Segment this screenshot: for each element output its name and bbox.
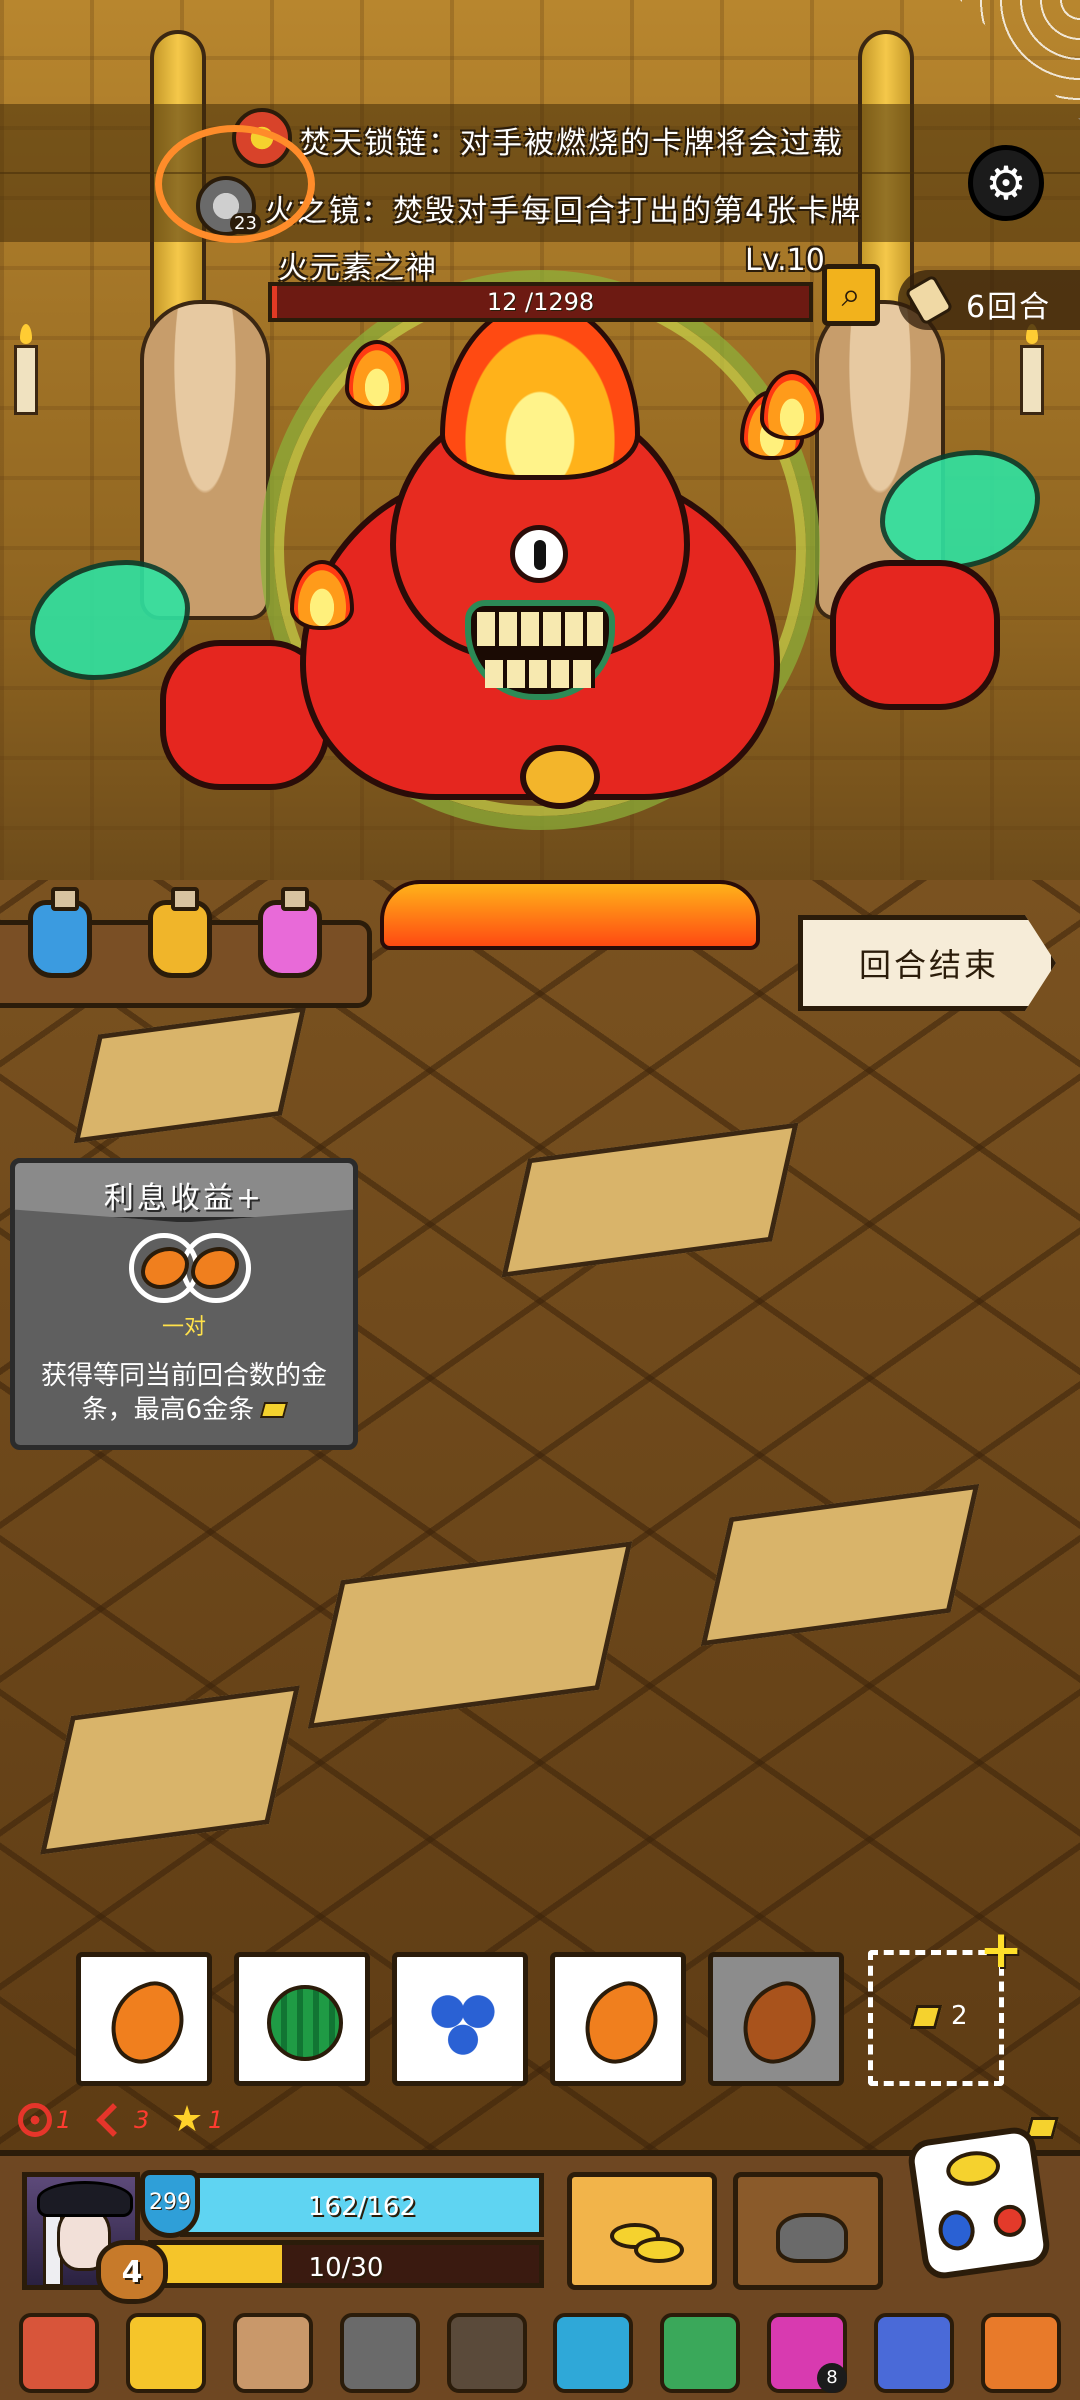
used-fruit-icon (730, 1974, 828, 2072)
relic-info-card: 利息收益+ 一对 获得等同当前回合数的金条，最高6金条 (10, 1158, 358, 1450)
relic-description: 获得等同当前回合数的金条，最高6金条 (23, 1359, 345, 1427)
pot-icon (776, 2213, 848, 2263)
p-shield-icon[interactable] (339, 2313, 420, 2393)
gold-bar-icon (909, 2005, 943, 2029)
shield-icon: 299 (140, 2170, 200, 2238)
status-value: 1 (208, 2106, 224, 2134)
boss-medallion (520, 745, 600, 809)
star-icon: ★ (170, 2099, 204, 2140)
buff-text: 焚天锁链：对手被燃烧的卡牌将会过载 (300, 126, 844, 161)
scroll-icon (904, 274, 954, 326)
hero-hat (37, 2181, 133, 2217)
boss-level: Lv.10 (745, 243, 825, 278)
target-icon (18, 2103, 52, 2137)
buff-text: 火之镜：焚毁对手每回合打出的第4张卡牌 (265, 194, 863, 229)
relic-bar: 8 (0, 2306, 1080, 2400)
end-turn-label: 回合结束 (859, 946, 1000, 984)
status-value: 1 (56, 2106, 72, 2134)
crossbow-icon[interactable] (446, 2313, 527, 2393)
status-star: ★ 1 (170, 2099, 224, 2140)
gold-bar-icon (260, 1402, 289, 1418)
arrow-icon (96, 2103, 130, 2137)
inspect-button[interactable]: ⌕ (822, 264, 880, 326)
turns-text: 6回合 (966, 290, 1052, 325)
dice-slot-5[interactable] (708, 1952, 844, 2086)
gear-icon: ⚙ (985, 156, 1027, 210)
boss-hp-text: 12 /1298 (486, 288, 595, 316)
status-arrow: 3 (96, 2103, 149, 2137)
player-hp-text: 162/162 (307, 2192, 416, 2222)
lemon-face-icon (944, 2147, 1003, 2190)
pair-fruit-icon (129, 1233, 251, 1303)
highlight-annotation (155, 125, 315, 243)
crystal-shield-icon[interactable] (553, 2313, 634, 2393)
gold-bag-icon: 4 (96, 2240, 168, 2304)
status-target: 1 (18, 2103, 71, 2137)
cherry-face-icon (991, 2202, 1028, 2239)
candle-right (1020, 324, 1044, 415)
pot-button[interactable] (733, 2172, 883, 2290)
crown-icon[interactable] (126, 2313, 207, 2393)
relic-subtitle: 一对 (161, 1315, 206, 1340)
player-exp-text: 10/30 (308, 2253, 384, 2283)
boss-hp-bar: 12 /1298 (268, 282, 813, 322)
dice-slot-4[interactable] (550, 1952, 686, 2086)
player-exp-bar: 10/30 (148, 2240, 544, 2288)
pink-potion[interactable] (258, 887, 322, 978)
relic-badge: 8 (816, 2363, 847, 2393)
coin-icon (634, 2237, 684, 2263)
status-value: 3 (134, 2106, 150, 2134)
boss-name: 火元素之神 (278, 251, 438, 286)
boss-eye (510, 525, 568, 583)
settings-button[interactable]: ⚙ (968, 145, 1044, 221)
blueberry-face-icon (935, 2208, 978, 2253)
magic-orb-icon[interactable]: 8 (766, 2313, 847, 2393)
dice-slot-2[interactable] (234, 1952, 370, 2086)
relic-title: 利息收益+ (103, 1181, 265, 1216)
shield-value: 299 (149, 2190, 191, 2215)
blue-potion[interactable] (28, 887, 92, 978)
candle-left (14, 324, 38, 415)
watermelon-icon (267, 1985, 343, 2061)
ground-fire (380, 880, 760, 950)
orange-fruit-icon (98, 1974, 196, 2072)
boss-mouth (465, 600, 615, 700)
yellow-potion[interactable] (148, 887, 212, 978)
meat-leg-icon[interactable] (19, 2313, 100, 2393)
player-hp-bar: 162/162 (180, 2173, 544, 2237)
rock-icon[interactable] (232, 2313, 313, 2393)
green-sponge-icon[interactable] (660, 2313, 741, 2393)
roll-dice-button[interactable] (905, 2124, 1053, 2282)
magnifier-icon: ⌕ (841, 275, 861, 315)
flame-relic-icon[interactable] (980, 2313, 1061, 2393)
coin-button[interactable] (567, 2172, 717, 2290)
orange-fruit-icon (572, 1974, 670, 2072)
blueberry-icon (425, 1985, 501, 2061)
gold-count: 4 (121, 2255, 143, 2290)
end-turn-button[interactable]: 回合结束 (798, 915, 1056, 1011)
gold-slot-count: 2 (951, 2001, 968, 2031)
dice-slot-1[interactable] (76, 1952, 212, 2086)
turns-indicator: 6回合 (898, 270, 1080, 330)
boss-arm-right (830, 560, 1000, 710)
add-slot-button[interactable]: + (978, 1924, 1024, 1976)
blue-cup-icon[interactable] (873, 2313, 954, 2393)
dice-slot-3[interactable] (392, 1952, 528, 2086)
